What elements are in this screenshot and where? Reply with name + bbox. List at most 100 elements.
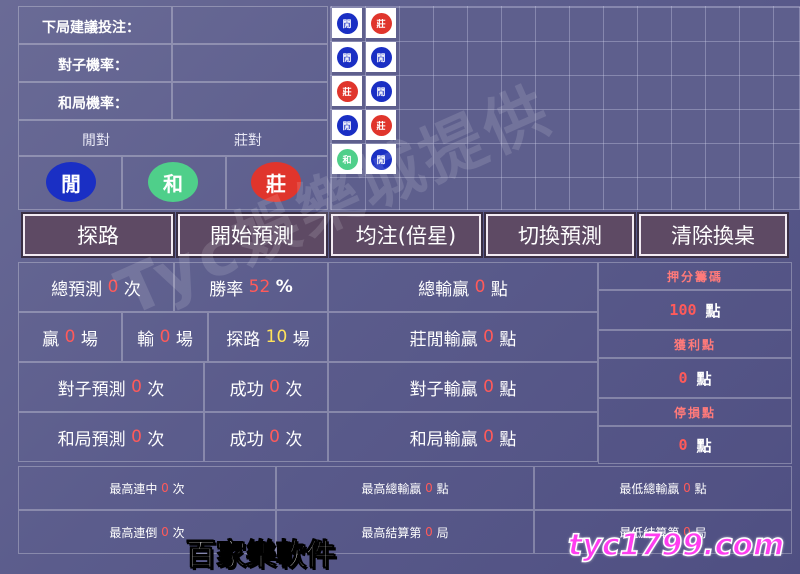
pair-rate-label: 對子機率： [58,58,128,74]
max-win-streak-cell: 最高連中 0 次 [18,466,276,510]
max-total-win-cell: 最高總輸贏 0 點 [276,466,534,510]
bead-marker: 閒 [336,46,358,68]
bead-road-cell: 閒 [332,8,362,38]
max-win-streak-label: 最高連中 [109,481,158,496]
games-unit: 場 [175,329,193,350]
total-winloss-value: 0 [474,277,486,297]
points-unit: 點 [696,436,712,455]
pair-winloss-cell: 對子輸贏 0 點 [328,362,598,412]
stop-loss-field[interactable]: 0 點 [598,426,792,464]
tie-predict-cell: 和局預測 0 次 [18,412,204,462]
bead-road-cell: 閒 [366,42,396,72]
tie-winloss-cell: 和局輸贏 0 點 [328,412,598,462]
tie-rate-value [172,82,328,120]
tie-winloss-label: 和局輸贏 [409,429,478,450]
stop-loss-header: 停損點 [598,398,792,426]
max-lose-streak-label: 最高連倒 [109,525,158,540]
times-unit: 次 [147,379,165,400]
stop-loss-value: 0 [678,436,688,454]
times-unit: 次 [285,429,303,450]
rounds-unit: 局 [436,525,449,540]
next-bet-label: 下局建議投注： [42,20,140,36]
bp-winloss-label: 莊閒輸贏 [409,329,478,350]
pair-winloss-label: 對子輸贏 [409,379,478,400]
points-unit: 點 [436,481,449,496]
points-unit: 點 [694,481,707,496]
clear-table-button[interactable]: 清除換桌 [637,212,789,258]
stop-loss-label: 停損點 [673,405,716,420]
games-unit: 場 [80,329,98,350]
tie-success-value: 0 [269,427,280,447]
pair-rate-value [172,44,328,82]
max-win-streak-value: 0 [161,481,169,495]
win-cell: 贏 0 場 [18,312,122,362]
points-unit: 點 [696,369,712,388]
min-total-win-cell: 最低總輸贏 0 點 [534,466,792,510]
pair-predict-cell: 對子預測 0 次 [18,362,204,412]
bp-winloss-cell: 莊閒輸贏 0 點 [328,312,598,362]
bead-marker: 閒 [370,46,392,68]
explore-value: 10 [265,327,288,347]
pair-winloss-value: 0 [483,377,494,397]
bet-chip-label: 押分籌碼 [666,269,723,284]
points-unit: 點 [499,379,517,400]
times-unit: 次 [172,481,185,496]
points-unit: 點 [705,301,721,320]
min-total-win-label: 最低總輸贏 [619,481,680,496]
tie-predict-value: 0 [131,427,142,447]
tie-winloss-value: 0 [483,427,494,447]
take-profit-label: 獲利點 [673,337,716,352]
next-bet-value [172,6,328,44]
pair-success-label: 成功 [229,379,264,400]
bp-winloss-value: 0 [483,327,494,347]
explore-count-cell: 探路 10 場 [208,312,328,362]
explore-label: 探路 [226,329,261,350]
take-profit-header: 獲利點 [598,330,792,358]
tie-success-cell: 成功 0 次 [204,412,328,462]
points-unit: 點 [490,279,508,300]
tie-success-label: 成功 [229,429,264,450]
pair-success-cell: 成功 0 次 [204,362,328,412]
pair-predict-value: 0 [131,377,142,397]
tie-rate-label: 和局機率： [58,96,128,112]
bead-road-cell: 閒 [332,42,362,72]
games-unit: 場 [292,329,310,350]
total-winloss-cell: 總輸贏 0 點 [328,262,598,312]
max-settle-label: 最高結算第 [361,525,422,540]
times-unit: 次 [172,525,185,540]
bead-marker: 莊 [370,12,392,34]
max-total-win-value: 0 [425,481,433,495]
caption-text: 百家樂軟件 [186,538,337,574]
points-unit: 點 [499,429,517,450]
win-label: 贏 [42,329,60,350]
take-profit-field[interactable]: 0 點 [598,358,792,398]
win-value: 0 [64,327,76,347]
max-lose-streak-value: 0 [161,525,169,539]
total-predict-label: 總預測 [51,279,103,300]
max-settle-value: 0 [425,525,433,539]
tie-button[interactable]: 和 [148,162,198,202]
pair-header-row [18,120,328,156]
max-total-win-label: 最高總輸贏 [361,481,422,496]
bead-road-cell: 莊 [332,76,362,106]
tie-predict-label: 和局預測 [57,429,126,450]
bead-marker: 閒 [336,114,358,136]
points-unit: 點 [499,329,517,350]
bead-marker: 閒 [336,12,358,34]
bet-chip-value: 100 [669,301,697,319]
times-unit: 次 [147,429,165,450]
player-button[interactable]: 閒 [46,162,96,202]
pair-predict-label: 對子預測 [57,379,126,400]
pair-success-value: 0 [269,377,280,397]
percent-unit: % [275,277,293,297]
bead-road-cell: 閒 [366,76,396,106]
bead-road-cell: 莊 [366,8,396,38]
times-unit: 次 [285,379,303,400]
switch-predict-button[interactable]: 切換預測 [484,212,636,258]
min-total-win-value: 0 [683,481,691,495]
bet-chip-field[interactable]: 100 點 [598,290,792,330]
player-pair-label: 閒對 [82,133,110,149]
take-profit-value: 0 [678,369,688,387]
lose-value: 0 [159,327,171,347]
banker-pair-label: 莊對 [234,133,262,149]
